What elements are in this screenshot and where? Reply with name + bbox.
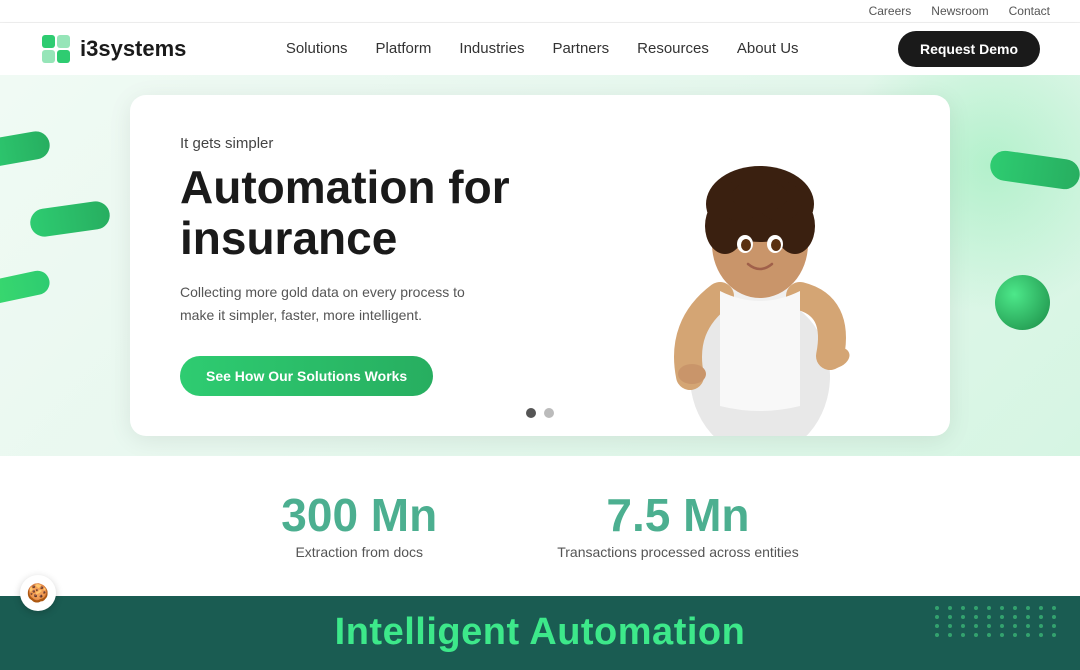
logo-text: i3systems <box>80 36 186 62</box>
carousel-dot-2[interactable] <box>544 408 554 418</box>
stat-item-1: 300 Mn Extraction from docs <box>281 492 437 560</box>
nav-platform[interactable]: Platform <box>376 40 432 57</box>
nav-solutions[interactable]: Solutions <box>286 40 348 57</box>
nav-links: Solutions Platform Industries Partners R… <box>286 40 799 58</box>
utility-bar: Careers Newsroom Contact <box>0 0 1080 23</box>
stat-label-2: Transactions processed across entities <box>557 544 798 560</box>
nav-partners[interactable]: Partners <box>552 40 609 57</box>
blob-decoration-2 <box>28 200 111 239</box>
hero-content: It gets simpler Automation for insurance… <box>180 135 600 396</box>
carousel-dots <box>526 408 554 418</box>
hero-title: Automation for insurance <box>180 162 600 263</box>
blob-decoration-3 <box>0 269 52 306</box>
bottom-strip: Intelligent Automation <box>0 596 1080 670</box>
blob-decoration-5 <box>995 275 1050 330</box>
person-illustration <box>620 96 900 436</box>
hero-section: It gets simpler Automation for insurance… <box>0 75 1080 456</box>
logo-icon <box>40 33 72 65</box>
stat-number-1: 300 Mn <box>281 492 437 538</box>
careers-link[interactable]: Careers <box>869 4 912 18</box>
carousel-dot-1[interactable] <box>526 408 536 418</box>
dot-pattern-decoration <box>935 606 1060 637</box>
contact-link[interactable]: Contact <box>1009 4 1050 18</box>
nav-industries[interactable]: Industries <box>459 40 524 57</box>
cookie-badge[interactable]: 🍪 <box>20 575 56 611</box>
hero-cta-button[interactable]: See How Our Solutions Works <box>180 356 433 396</box>
stat-number-2: 7.5 Mn <box>557 492 798 538</box>
bottom-strip-title: Intelligent Automation <box>335 611 746 654</box>
stats-section: 300 Mn Extraction from docs 7.5 Mn Trans… <box>0 456 1080 596</box>
hero-description: Collecting more gold data on every proce… <box>180 281 500 326</box>
hero-subtitle: It gets simpler <box>180 135 600 152</box>
hero-image-area <box>570 95 950 436</box>
hero-card: It gets simpler Automation for insurance… <box>130 95 950 436</box>
logo[interactable]: i3systems <box>40 33 186 65</box>
nav-resources[interactable]: Resources <box>637 40 709 57</box>
nav-about-us[interactable]: About Us <box>737 40 799 57</box>
stat-label-1: Extraction from docs <box>281 544 437 560</box>
request-demo-button[interactable]: Request Demo <box>898 31 1040 67</box>
main-nav: i3systems Solutions Platform Industries … <box>0 23 1080 75</box>
stat-item-2: 7.5 Mn Transactions processed across ent… <box>557 492 798 560</box>
blob-decoration-4 <box>988 149 1080 191</box>
blob-decoration-1 <box>0 129 52 169</box>
newsroom-link[interactable]: Newsroom <box>931 4 988 18</box>
